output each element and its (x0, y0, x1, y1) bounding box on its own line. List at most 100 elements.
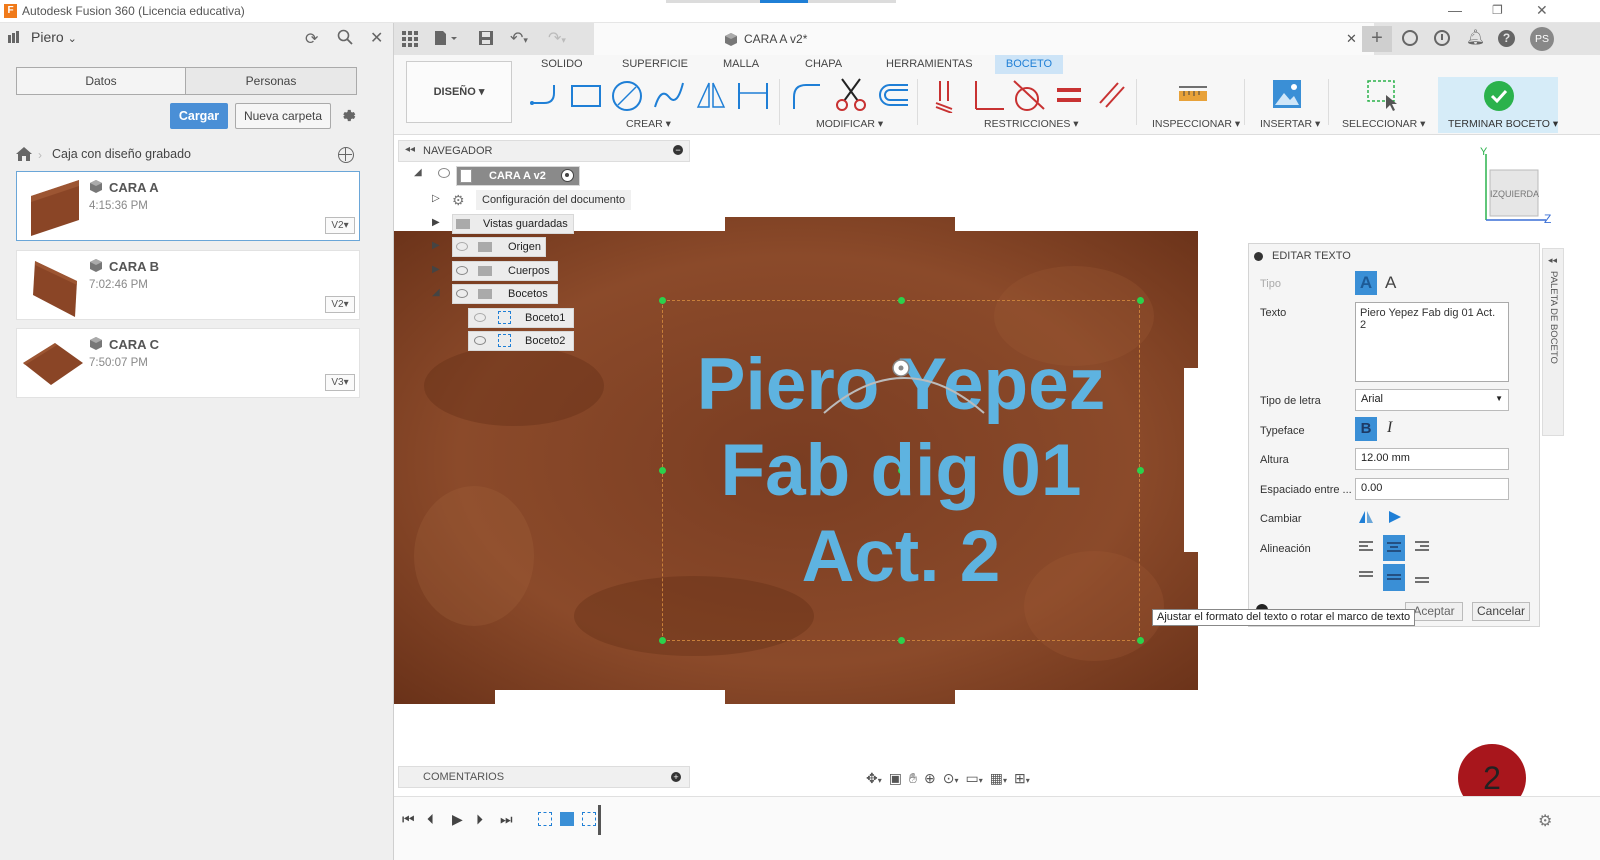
hidden-eye-icon[interactable] (474, 313, 486, 322)
group-modificar[interactable]: MODIFICAR ▾ (816, 118, 883, 130)
expand-arrow-icon[interactable]: ▶ (432, 264, 440, 275)
visibility-eye-icon[interactable] (456, 266, 468, 275)
close-window-icon[interactable]: ✕ (1536, 2, 1548, 19)
comments-bar[interactable]: COMENTARIOS + (398, 766, 690, 788)
flip-vertical-icon[interactable] (1387, 509, 1403, 525)
align-center-icon[interactable] (1383, 535, 1405, 561)
text-type-icon[interactable]: A (1355, 271, 1377, 295)
group-crear[interactable]: CREAR ▾ (626, 118, 671, 130)
frame-handle[interactable] (1137, 297, 1144, 304)
activate-radio-icon[interactable] (561, 169, 574, 182)
trim-scissors-icon[interactable] (834, 77, 868, 113)
navigator-minimize-icon[interactable]: − (673, 145, 683, 155)
pan-hand-icon[interactable]: ✋︎ (909, 770, 917, 787)
insert-image-icon[interactable] (1272, 79, 1302, 109)
help-icon[interactable]: ? (1498, 30, 1515, 47)
fillet-tool-icon[interactable] (790, 79, 824, 113)
tab-datos[interactable]: Datos (16, 67, 186, 95)
notifications-bell-icon[interactable]: 🔔︎ (1466, 28, 1485, 46)
breadcrumb[interactable]: Caja con diseño grabado (52, 147, 191, 161)
spacing-input[interactable]: 0.00 (1355, 478, 1509, 500)
job-status-icon[interactable] (1434, 30, 1450, 46)
finish-sketch-check-icon[interactable] (1484, 81, 1514, 111)
frame-handle[interactable] (659, 637, 666, 644)
spline-tool-icon[interactable] (652, 79, 686, 113)
nav-item-configuracion[interactable]: Configuración del documento (476, 190, 632, 210)
perpendicular-constraint-icon[interactable] (972, 79, 1006, 113)
collapse-navigator-icon[interactable]: ◂◂ (405, 144, 415, 155)
add-comment-icon[interactable]: + (671, 772, 681, 782)
file-menu-icon[interactable] (434, 30, 460, 46)
expand-arrow-icon[interactable]: ◢ (432, 287, 440, 298)
grid-settings-icon[interactable]: ▦▾ (990, 770, 1007, 787)
circle-tool-icon[interactable] (610, 79, 644, 113)
group-inspeccionar[interactable]: INSPECCIONAR ▾ (1152, 118, 1240, 130)
hidden-eye-icon[interactable] (456, 242, 468, 251)
frame-handle[interactable] (898, 637, 905, 644)
timeline-previous-icon[interactable]: ⏴ (427, 811, 434, 828)
nav-item-vistas[interactable]: Vistas guardadas (452, 214, 574, 234)
expand-arrow-icon[interactable]: ◢ (414, 167, 422, 178)
path-text-type-icon[interactable]: A (1385, 273, 1396, 293)
offset-tool-icon[interactable] (876, 79, 910, 113)
view-cube-face[interactable]: IZQUIERDA (1490, 189, 1539, 199)
upload-button[interactable]: Cargar (170, 103, 228, 129)
flip-horizontal-icon[interactable] (1358, 509, 1374, 525)
settings-gear-icon[interactable] (339, 107, 356, 124)
timeline-first-icon[interactable]: ⏮ (402, 811, 415, 828)
group-seleccionar[interactable]: SELECCIONAR ▾ (1342, 118, 1425, 130)
workspace-selector[interactable]: DISEÑO ▾ (406, 61, 512, 123)
tangent-constraint-icon[interactable] (1012, 79, 1046, 113)
group-insertar[interactable]: INSERTAR ▾ (1260, 118, 1320, 130)
timeline-extrude-icon[interactable] (560, 812, 574, 826)
text-input[interactable]: Piero Yepez Fab dig 01 Act. 2 (1355, 302, 1509, 382)
align-left-icon[interactable] (1357, 536, 1377, 558)
visibility-eye-icon[interactable] (456, 289, 468, 298)
apps-grid-icon[interactable] (402, 31, 418, 47)
rectangle-tool-icon[interactable] (569, 81, 603, 111)
timeline-sketch-icon[interactable] (538, 812, 552, 826)
display-settings-icon[interactable]: ▭▾ (965, 770, 982, 787)
tab-chapa[interactable]: CHAPA (805, 58, 842, 70)
expand-arrow-icon[interactable]: ▷ (432, 193, 440, 204)
expand-arrow-icon[interactable]: ▶ (432, 240, 440, 251)
file-card-cara-c[interactable]: CARA C 7:50:07 PM V3▾ (16, 328, 360, 398)
grid-menu-icon[interactable] (8, 31, 20, 43)
look-at-icon[interactable]: ▣ (889, 770, 902, 787)
restore-icon[interactable]: ❐ (1492, 3, 1503, 17)
file-card-cara-a[interactable]: CARA A 4:15:36 PM V2▾ (16, 171, 360, 241)
home-icon[interactable] (16, 147, 32, 161)
timeline-marker[interactable] (598, 805, 601, 835)
tab-solido[interactable]: SOLIDO (541, 58, 583, 70)
tab-superficie[interactable]: SUPERFICIE (622, 58, 688, 70)
orbit-icon[interactable]: ✥▾ (866, 770, 882, 787)
close-tab-icon[interactable]: ✕ (1346, 31, 1357, 47)
version-badge[interactable]: V3▾ (325, 374, 355, 391)
tab-boceto[interactable]: BOCETO (995, 55, 1063, 74)
timeline-play-icon[interactable]: ▶ (452, 811, 463, 828)
navigator-header[interactable]: ◂◂ NAVEGADOR − (398, 140, 690, 162)
globe-icon[interactable] (338, 147, 354, 163)
bold-button[interactable]: B (1355, 417, 1377, 441)
expand-palette-icon[interactable]: ◂◂ (1548, 255, 1557, 266)
viewports-icon[interactable]: ⊞▾ (1014, 770, 1030, 787)
minimize-icon[interactable]: — (1448, 2, 1462, 18)
group-restricciones[interactable]: RESTRICCIONES ▾ (984, 118, 1079, 130)
zoom-icon[interactable]: ⊕ (924, 770, 936, 787)
finish-sketch-area[interactable]: TERMINAR BOCETO ▾ (1438, 77, 1558, 133)
coincident-constraint-icon[interactable] (930, 79, 960, 113)
rotate-arc-handle[interactable] (814, 358, 994, 418)
mirror-tool-icon[interactable] (694, 79, 728, 113)
measure-ruler-icon[interactable] (1178, 83, 1208, 107)
save-icon[interactable] (478, 30, 494, 46)
finish-sketch-label[interactable]: TERMINAR BOCETO ▾ (1448, 118, 1558, 130)
font-select[interactable]: Arial ▼ (1355, 389, 1509, 411)
new-folder-button[interactable]: Nueva carpeta (235, 103, 331, 129)
parallel-constraint-icon[interactable] (1098, 81, 1126, 109)
align-bottom-icon[interactable] (1413, 566, 1433, 588)
tab-herramientas[interactable]: HERRAMIENTAS (886, 58, 973, 70)
file-card-cara-b[interactable]: CARA B 7:02:46 PM V2▾ (16, 250, 360, 320)
timeline-last-icon[interactable]: ⏭ (500, 811, 513, 828)
version-badge[interactable]: V2▾ (325, 217, 355, 234)
expand-arrow-icon[interactable]: ▶ (432, 217, 440, 228)
